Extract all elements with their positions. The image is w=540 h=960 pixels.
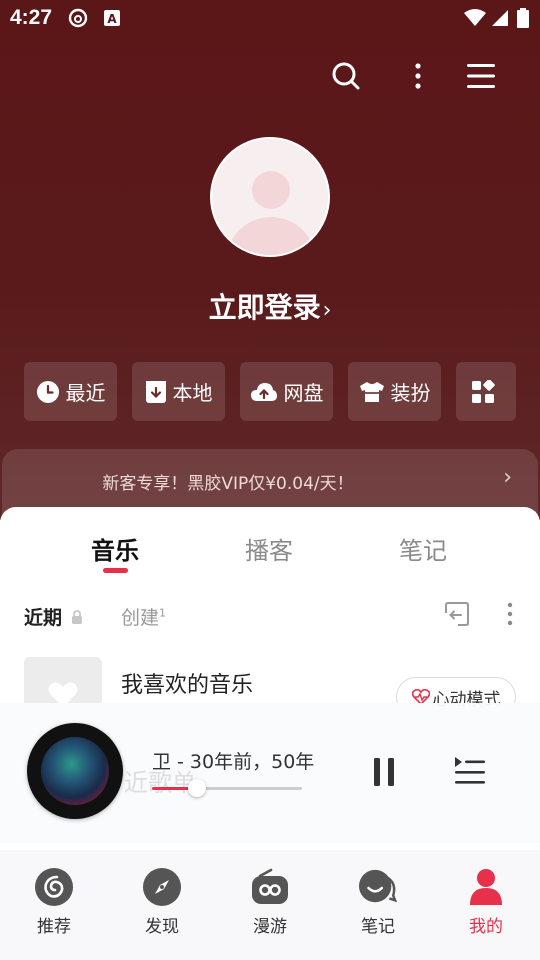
nav-discover[interactable]: 发现 <box>122 868 202 937</box>
more-vertical-icon[interactable] <box>505 601 515 627</box>
search-icon <box>332 62 360 90</box>
more-vertical-icon <box>415 63 421 89</box>
avatar-head <box>252 171 290 209</box>
album-disc[interactable] <box>27 723 123 819</box>
quick-cloud-label: 网盘 <box>283 381 324 405</box>
quick-dressup-label: 装扮 <box>390 381 431 405</box>
hamburger-menu-icon <box>467 64 495 88</box>
tab-indicator <box>103 568 128 573</box>
apps-grid-icon <box>472 379 495 403</box>
tab-notes[interactable]: 笔记 <box>399 531 447 566</box>
lock-icon <box>71 610 82 624</box>
nav-notes-label: 笔记 <box>361 917 395 937</box>
chat-bubble-icon <box>359 868 397 906</box>
person-icon <box>467 868 505 906</box>
playlist-queue-icon[interactable] <box>453 756 487 786</box>
quick-local-label: 本地 <box>172 381 213 405</box>
nav-recommend[interactable]: 推荐 <box>14 868 94 937</box>
cloud-upload-icon <box>250 382 277 401</box>
compass-icon <box>143 868 181 906</box>
download-icon <box>145 380 166 403</box>
search-button[interactable] <box>326 56 366 96</box>
tab-music[interactable]: 音乐 <box>91 531 139 566</box>
song-title: 卫 - 30年前，50年 <box>152 751 315 773</box>
app-notification-icon: A <box>104 10 120 26</box>
login-link[interactable]: 立即登录› <box>0 286 540 326</box>
subtab-recent-label: 近期 <box>24 607 63 629</box>
bottom-nav: 推荐 发现 漫游 笔记 我的 <box>0 850 540 960</box>
shirt-icon <box>359 381 384 402</box>
quick-local-button[interactable]: 本地 <box>132 362 225 421</box>
subtab-created[interactable]: 创建1 <box>121 603 166 630</box>
avatar-body <box>226 217 316 255</box>
chevron-right-icon: › <box>322 298 332 323</box>
status-time: 4:27 <box>10 6 53 29</box>
svg-text:A: A <box>107 12 117 26</box>
subtab-recent[interactable]: 近期 <box>24 603 83 630</box>
quick-recent-label: 最近 <box>65 381 106 405</box>
nav-roam-label: 漫游 <box>253 917 287 937</box>
chevron-right-icon: › <box>503 465 512 490</box>
progress-knob[interactable] <box>188 779 206 797</box>
wifi-icon <box>464 9 486 26</box>
battery-icon <box>517 8 529 28</box>
subtab-created-label: 创建 <box>121 607 160 629</box>
avatar[interactable] <box>210 137 330 257</box>
menu-button[interactable] <box>461 56 501 96</box>
nav-roam[interactable]: 漫游 <box>230 868 310 937</box>
quick-recent-button[interactable]: 最近 <box>24 362 117 421</box>
nav-recommend-label: 推荐 <box>37 917 71 937</box>
mini-player[interactable]: 近歌单 卫 - 30年前，50年 <box>0 703 540 843</box>
nav-mine-label: 我的 <box>469 917 503 937</box>
import-playlist-icon[interactable] <box>444 601 470 627</box>
nav-mine[interactable]: 我的 <box>446 868 526 937</box>
netease-logo-icon <box>35 868 73 906</box>
clock-icon <box>36 380 59 403</box>
more-button[interactable] <box>398 56 438 96</box>
vip-banner-text: 新客专享！黑胶VIP仅¥0.04/天！ <box>102 474 354 494</box>
album-art <box>41 737 109 805</box>
playlist-title[interactable]: 我喜欢的音乐 <box>121 667 253 699</box>
status-bar: 4:27 A <box>0 0 540 36</box>
created-count: 1 <box>159 606 167 620</box>
netease-status-icon <box>68 8 88 28</box>
profile-header <box>0 0 540 520</box>
quick-dressup-button[interactable]: 装扮 <box>348 362 441 421</box>
pause-icon[interactable] <box>372 757 396 787</box>
nav-discover-label: 发现 <box>145 917 179 937</box>
nav-notes[interactable]: 笔记 <box>338 868 418 937</box>
progress-bar[interactable] <box>152 779 302 797</box>
quick-more-apps-button[interactable] <box>456 362 516 421</box>
login-label: 立即登录 <box>208 291 321 324</box>
signal-icon <box>492 10 508 26</box>
tab-podcast[interactable]: 播客 <box>245 531 293 566</box>
radio-icon <box>251 868 289 906</box>
quick-cloud-button[interactable]: 网盘 <box>240 362 333 421</box>
